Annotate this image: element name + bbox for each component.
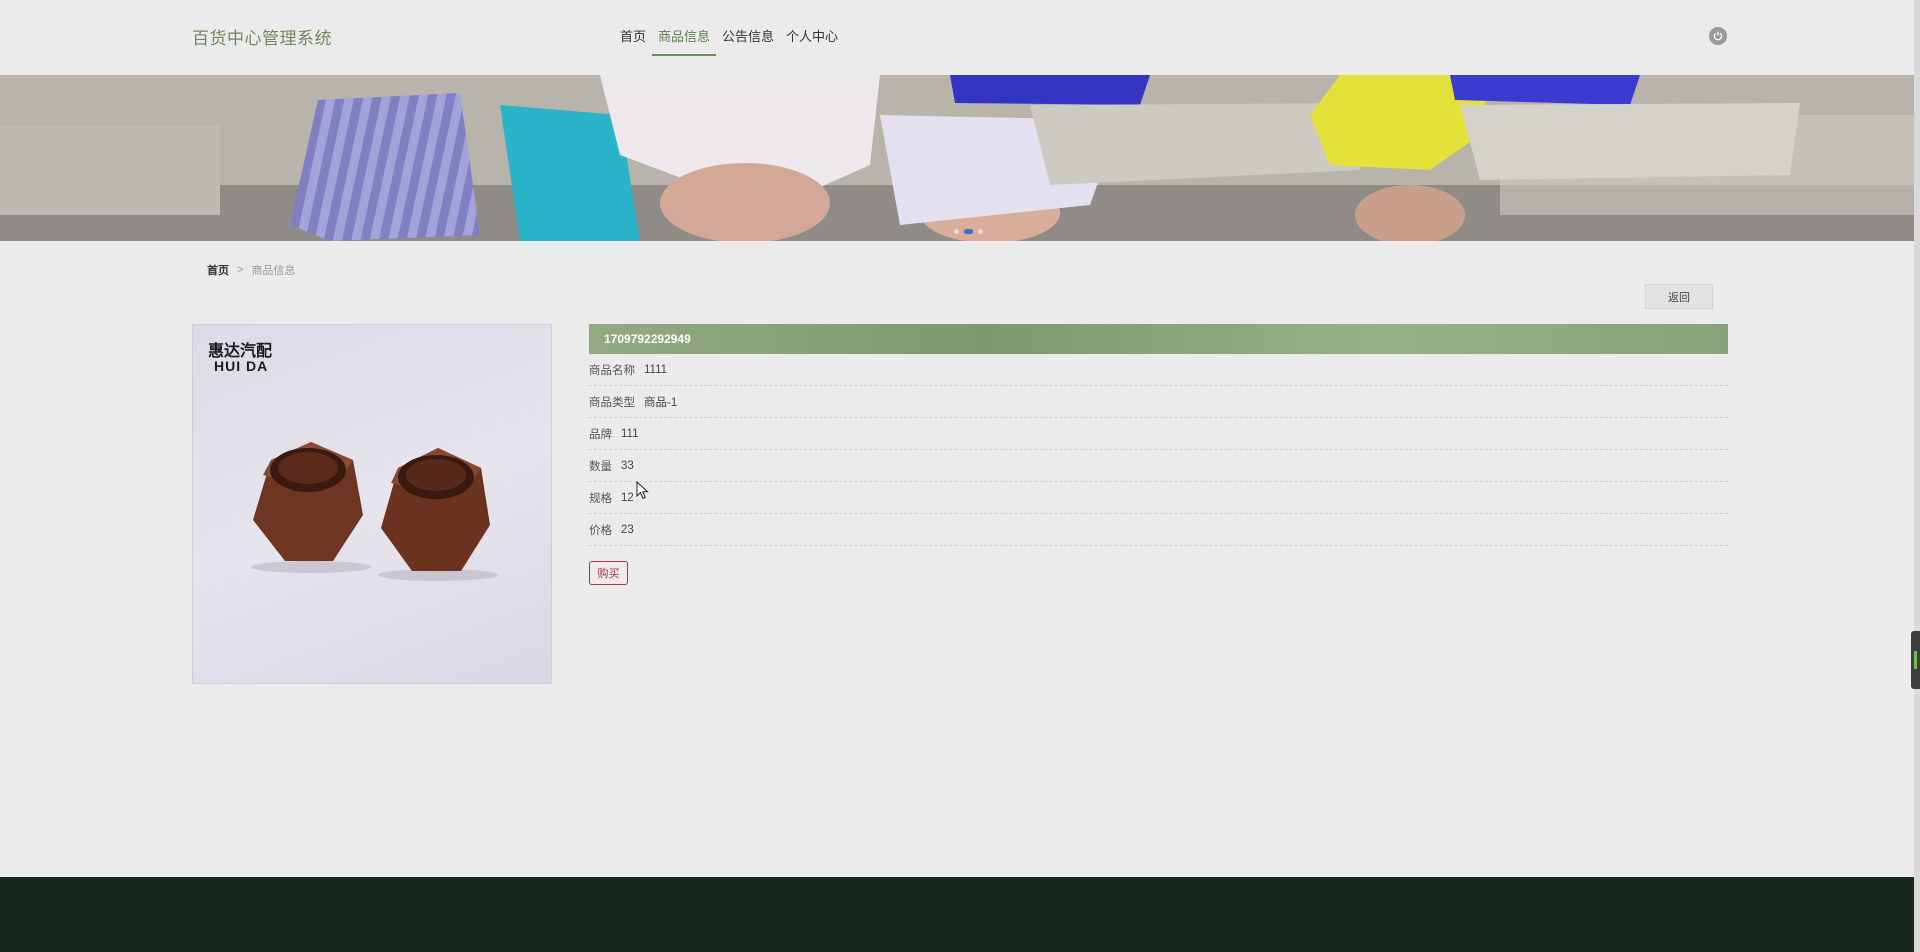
hex-nuts-illustration — [251, 442, 498, 581]
banner-carousel[interactable] — [0, 75, 1920, 241]
field-row-quantity: 数量 33 — [589, 450, 1728, 482]
power-glyph — [1713, 31, 1723, 41]
field-label: 品牌 — [589, 428, 612, 441]
mouse-cursor-icon — [636, 481, 649, 500]
field-row-type: 商品类型 商品-1 — [589, 386, 1728, 418]
product-code-header: 1709792292949 — [589, 324, 1728, 354]
nav-products[interactable]: 商品信息 — [652, 0, 717, 56]
field-row-brand: 品牌 111 — [589, 418, 1728, 450]
power-icon[interactable] — [1709, 27, 1727, 45]
main-nav: 首页 商品信息 公告信息 个人中心 — [614, 0, 844, 56]
product-detail: 1709792292949 商品名称 1111 商品类型 商品-1 品牌 111… — [589, 324, 1728, 585]
carousel-dot[interactable] — [978, 229, 983, 234]
field-value: 1111 — [644, 363, 668, 376]
carousel-indicators — [954, 229, 983, 234]
banner-image — [0, 75, 1920, 241]
footer — [0, 877, 1920, 952]
top-header: 百货中心管理系统 首页 商品信息 公告信息 个人中心 — [0, 0, 1920, 75]
site-title: 百货中心管理系统 — [192, 29, 332, 48]
field-value: 23 — [621, 523, 634, 536]
field-row-price: 价格 23 — [589, 514, 1728, 546]
field-value: 33 — [621, 459, 634, 472]
breadcrumb-separator: > — [237, 264, 244, 276]
field-row-name: 商品名称 1111 — [589, 354, 1728, 386]
page-scrollbar[interactable] — [1914, 0, 1920, 952]
product-image: 惠达汽配 HUI DA — [192, 324, 552, 684]
carousel-dot-active[interactable] — [964, 229, 973, 234]
nav-home[interactable]: 首页 — [614, 0, 652, 56]
carousel-dot[interactable] — [954, 229, 959, 234]
breadcrumb-home[interactable]: 首页 — [207, 262, 229, 278]
back-button[interactable]: 返回 — [1645, 284, 1713, 309]
nav-profile[interactable]: 个人中心 — [780, 0, 844, 56]
breadcrumb-current: 商品信息 — [251, 265, 296, 277]
field-value: 12 — [621, 491, 634, 504]
field-label: 商品类型 — [589, 396, 635, 409]
field-value: 111 — [621, 427, 639, 440]
field-label: 商品名称 — [589, 364, 635, 377]
nav-announcements[interactable]: 公告信息 — [716, 0, 780, 56]
field-label: 价格 — [589, 524, 612, 537]
field-row-spec: 规格 12 — [589, 482, 1728, 514]
field-value: 商品-1 — [644, 396, 678, 409]
breadcrumb: 首页 > 商品信息 — [207, 262, 295, 278]
buy-button[interactable]: 购买 — [589, 561, 628, 585]
field-label: 规格 — [589, 492, 612, 505]
field-label: 数量 — [589, 460, 612, 473]
side-widget-tab[interactable] — [1911, 631, 1920, 689]
